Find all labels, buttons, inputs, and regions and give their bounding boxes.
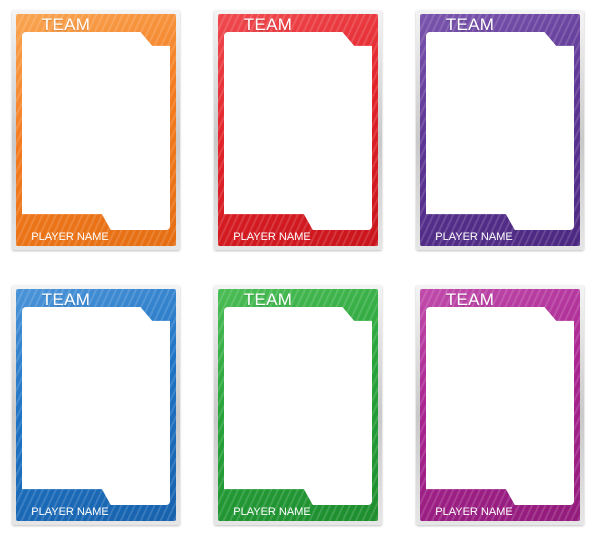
player-name-label: PLAYER NAME bbox=[435, 231, 513, 243]
photo-window bbox=[224, 32, 372, 230]
player-card-magenta: TEAM PLAYER NAME bbox=[416, 285, 584, 525]
player-card-blue: TEAM PLAYER NAME bbox=[12, 285, 180, 525]
card-frame: TEAM PLAYER NAME bbox=[16, 14, 176, 246]
card-frame: TEAM PLAYER NAME bbox=[218, 14, 378, 246]
player-card-purple: TEAM PLAYER NAME bbox=[416, 10, 584, 250]
player-name-label: PLAYER NAME bbox=[435, 506, 513, 518]
card-frame: TEAM PLAYER NAME bbox=[420, 289, 580, 521]
player-name-label: PLAYER NAME bbox=[31, 231, 109, 243]
photo-window bbox=[426, 32, 574, 230]
photo-window bbox=[426, 307, 574, 505]
player-name-label: PLAYER NAME bbox=[233, 231, 311, 243]
player-name-label: PLAYER NAME bbox=[233, 506, 311, 518]
photo-window bbox=[22, 307, 170, 505]
player-card-red: TEAM PLAYER NAME bbox=[214, 10, 382, 250]
player-card-orange: TEAM PLAYER NAME bbox=[12, 10, 180, 250]
card-template-grid: TEAM PLAYER NAME TEAM PLAYER NAME TEAM P… bbox=[0, 0, 600, 541]
card-frame: TEAM PLAYER NAME bbox=[218, 289, 378, 521]
photo-window bbox=[224, 307, 372, 505]
card-frame: TEAM PLAYER NAME bbox=[16, 289, 176, 521]
card-frame: TEAM PLAYER NAME bbox=[420, 14, 580, 246]
player-card-green: TEAM PLAYER NAME bbox=[214, 285, 382, 525]
photo-window bbox=[22, 32, 170, 230]
player-name-label: PLAYER NAME bbox=[31, 506, 109, 518]
